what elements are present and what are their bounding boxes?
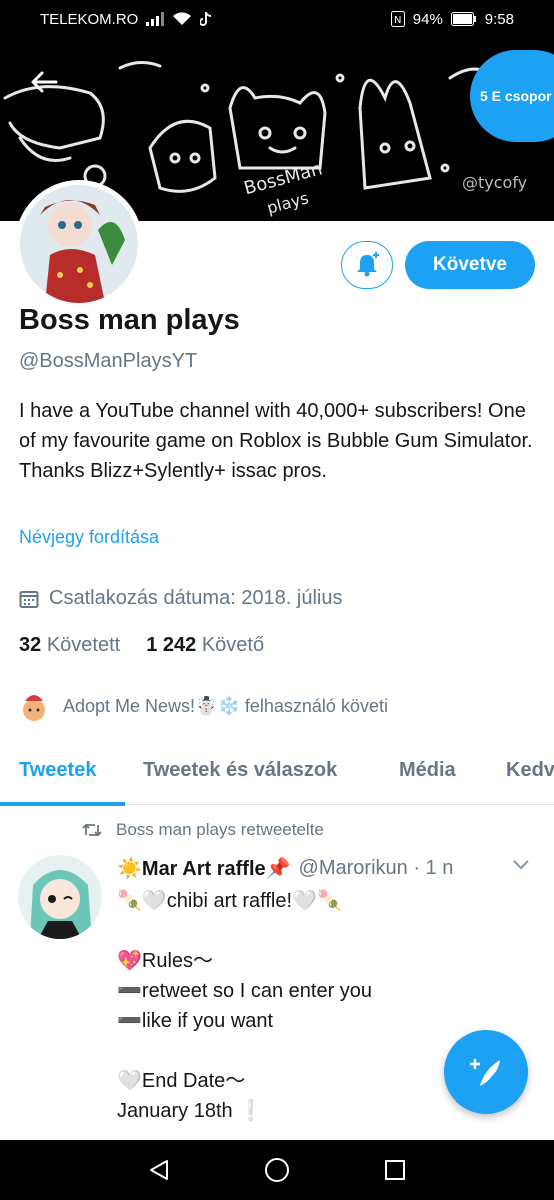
display-name: Boss man plays xyxy=(19,304,240,336)
signal-icon xyxy=(146,12,165,26)
following-label: Követett xyxy=(46,634,121,656)
back-button[interactable] xyxy=(22,60,66,104)
nav-back-icon xyxy=(150,1160,168,1180)
groups-bubble[interactable]: 5 E csopor xyxy=(470,50,554,142)
following-count-link[interactable]: 32 Követett xyxy=(19,634,120,657)
wifi-icon xyxy=(173,12,192,25)
nav-recents-button[interactable] xyxy=(375,1150,415,1190)
tweet-line: ➖like if you want xyxy=(117,1010,274,1032)
tweet-body: 🍡🤍chibi art raffle!🤍🍡 💖Rules〜 ➖retweet s… xyxy=(117,886,372,1126)
groups-bubble-label: 5 E csopor xyxy=(480,88,552,104)
battery-icon xyxy=(450,12,476,26)
retweet-note-text: Boss man plays retweetelte xyxy=(116,820,324,839)
battery-percent: 94% xyxy=(412,10,443,28)
tweet-menu-button[interactable] xyxy=(512,858,530,876)
following-button[interactable]: Követve xyxy=(405,241,535,289)
translate-bio-link[interactable]: Névjegy fordítása xyxy=(19,527,159,548)
join-date: Csatlakozás dátuma: 2018. július xyxy=(19,587,343,610)
bio-text: I have a YouTube channel with 40,000+ su… xyxy=(19,400,533,482)
tweet-line xyxy=(117,1036,372,1066)
follow-counts: 32 Követett 1 242 Követő xyxy=(19,634,264,657)
compose-tweet-button[interactable] xyxy=(444,1030,528,1114)
avatar-image xyxy=(20,185,138,303)
followed-by-avatar xyxy=(17,689,51,723)
tweet-header: ☀️Mar Art raffle📌 @Marorikun · 1 n xyxy=(117,856,453,881)
tab-media[interactable]: Média xyxy=(399,741,456,805)
svg-text:BossMan: BossMan xyxy=(242,158,325,199)
tweet-line: ➖retweet so I can enter you xyxy=(117,980,373,1002)
followers-count-link[interactable]: 1 242 Követő xyxy=(146,634,264,657)
tiktok-icon xyxy=(200,12,212,26)
followers-count: 1 242 xyxy=(146,634,197,656)
tweet-line xyxy=(117,916,372,946)
tweet-line: 💖Rules〜 xyxy=(117,950,214,972)
nav-recents-icon xyxy=(385,1160,405,1180)
tweet-line: 🍡🤍chibi art raffle!🤍🍡 xyxy=(117,890,342,912)
back-arrow-icon xyxy=(31,71,58,93)
retweet-note: Boss man plays retweetelte xyxy=(82,820,324,840)
tweet-author-handle: @Marorikun · 1 n xyxy=(298,857,454,879)
user-handle: @BossManPlaysYT xyxy=(19,350,198,372)
tweet-line: January 18th ❕ xyxy=(117,1100,264,1122)
tab-likes[interactable]: Kedv xyxy=(506,741,554,805)
tweet-author-avatar[interactable] xyxy=(18,855,102,939)
nav-home-icon xyxy=(265,1158,289,1182)
notifications-button[interactable] xyxy=(341,241,393,289)
status-bar: TELEKOM.RO N 94% 9:58 xyxy=(0,0,554,38)
following-button-label: Követve xyxy=(433,254,507,275)
svg-text:@tycofy: @tycofy xyxy=(462,173,527,192)
retweet-icon xyxy=(82,823,102,837)
nfc-icon: N xyxy=(390,11,405,27)
clock: 9:58 xyxy=(484,10,514,28)
following-count: 32 xyxy=(19,634,42,656)
tweet-line: 🤍End Date〜 xyxy=(117,1070,246,1092)
nav-back-button[interactable] xyxy=(139,1150,179,1190)
chevron-down-icon xyxy=(513,860,529,870)
join-date-text: Csatlakozás dátuma: 2018. július xyxy=(49,587,343,609)
followed-by-row[interactable]: Adopt Me News!☃️❄️ felhasználó követi xyxy=(17,689,388,723)
tweet-author-name[interactable]: ☀️Mar Art raffle📌 xyxy=(117,856,291,881)
compose-feather-icon xyxy=(470,1059,500,1086)
followers-label: Követő xyxy=(201,634,265,656)
profile-tabs: Tweetek Tweetek és válaszok Média Kedv xyxy=(0,741,554,806)
svg-text:N: N xyxy=(394,15,401,26)
calendar-icon xyxy=(19,590,39,608)
system-nav-bar xyxy=(0,1140,554,1200)
carrier-label: TELEKOM.RO xyxy=(40,10,139,28)
bell-plus-icon xyxy=(357,252,379,277)
profile-avatar[interactable] xyxy=(15,180,143,308)
nav-home-button[interactable] xyxy=(257,1150,297,1190)
tab-tweets-and-replies[interactable]: Tweetek és válaszok xyxy=(143,741,337,805)
active-tab-indicator xyxy=(0,802,125,806)
tab-tweets[interactable]: Tweetek xyxy=(19,741,96,805)
followed-by-text: Adopt Me News!☃️❄️ felhasználó követi xyxy=(63,695,388,716)
